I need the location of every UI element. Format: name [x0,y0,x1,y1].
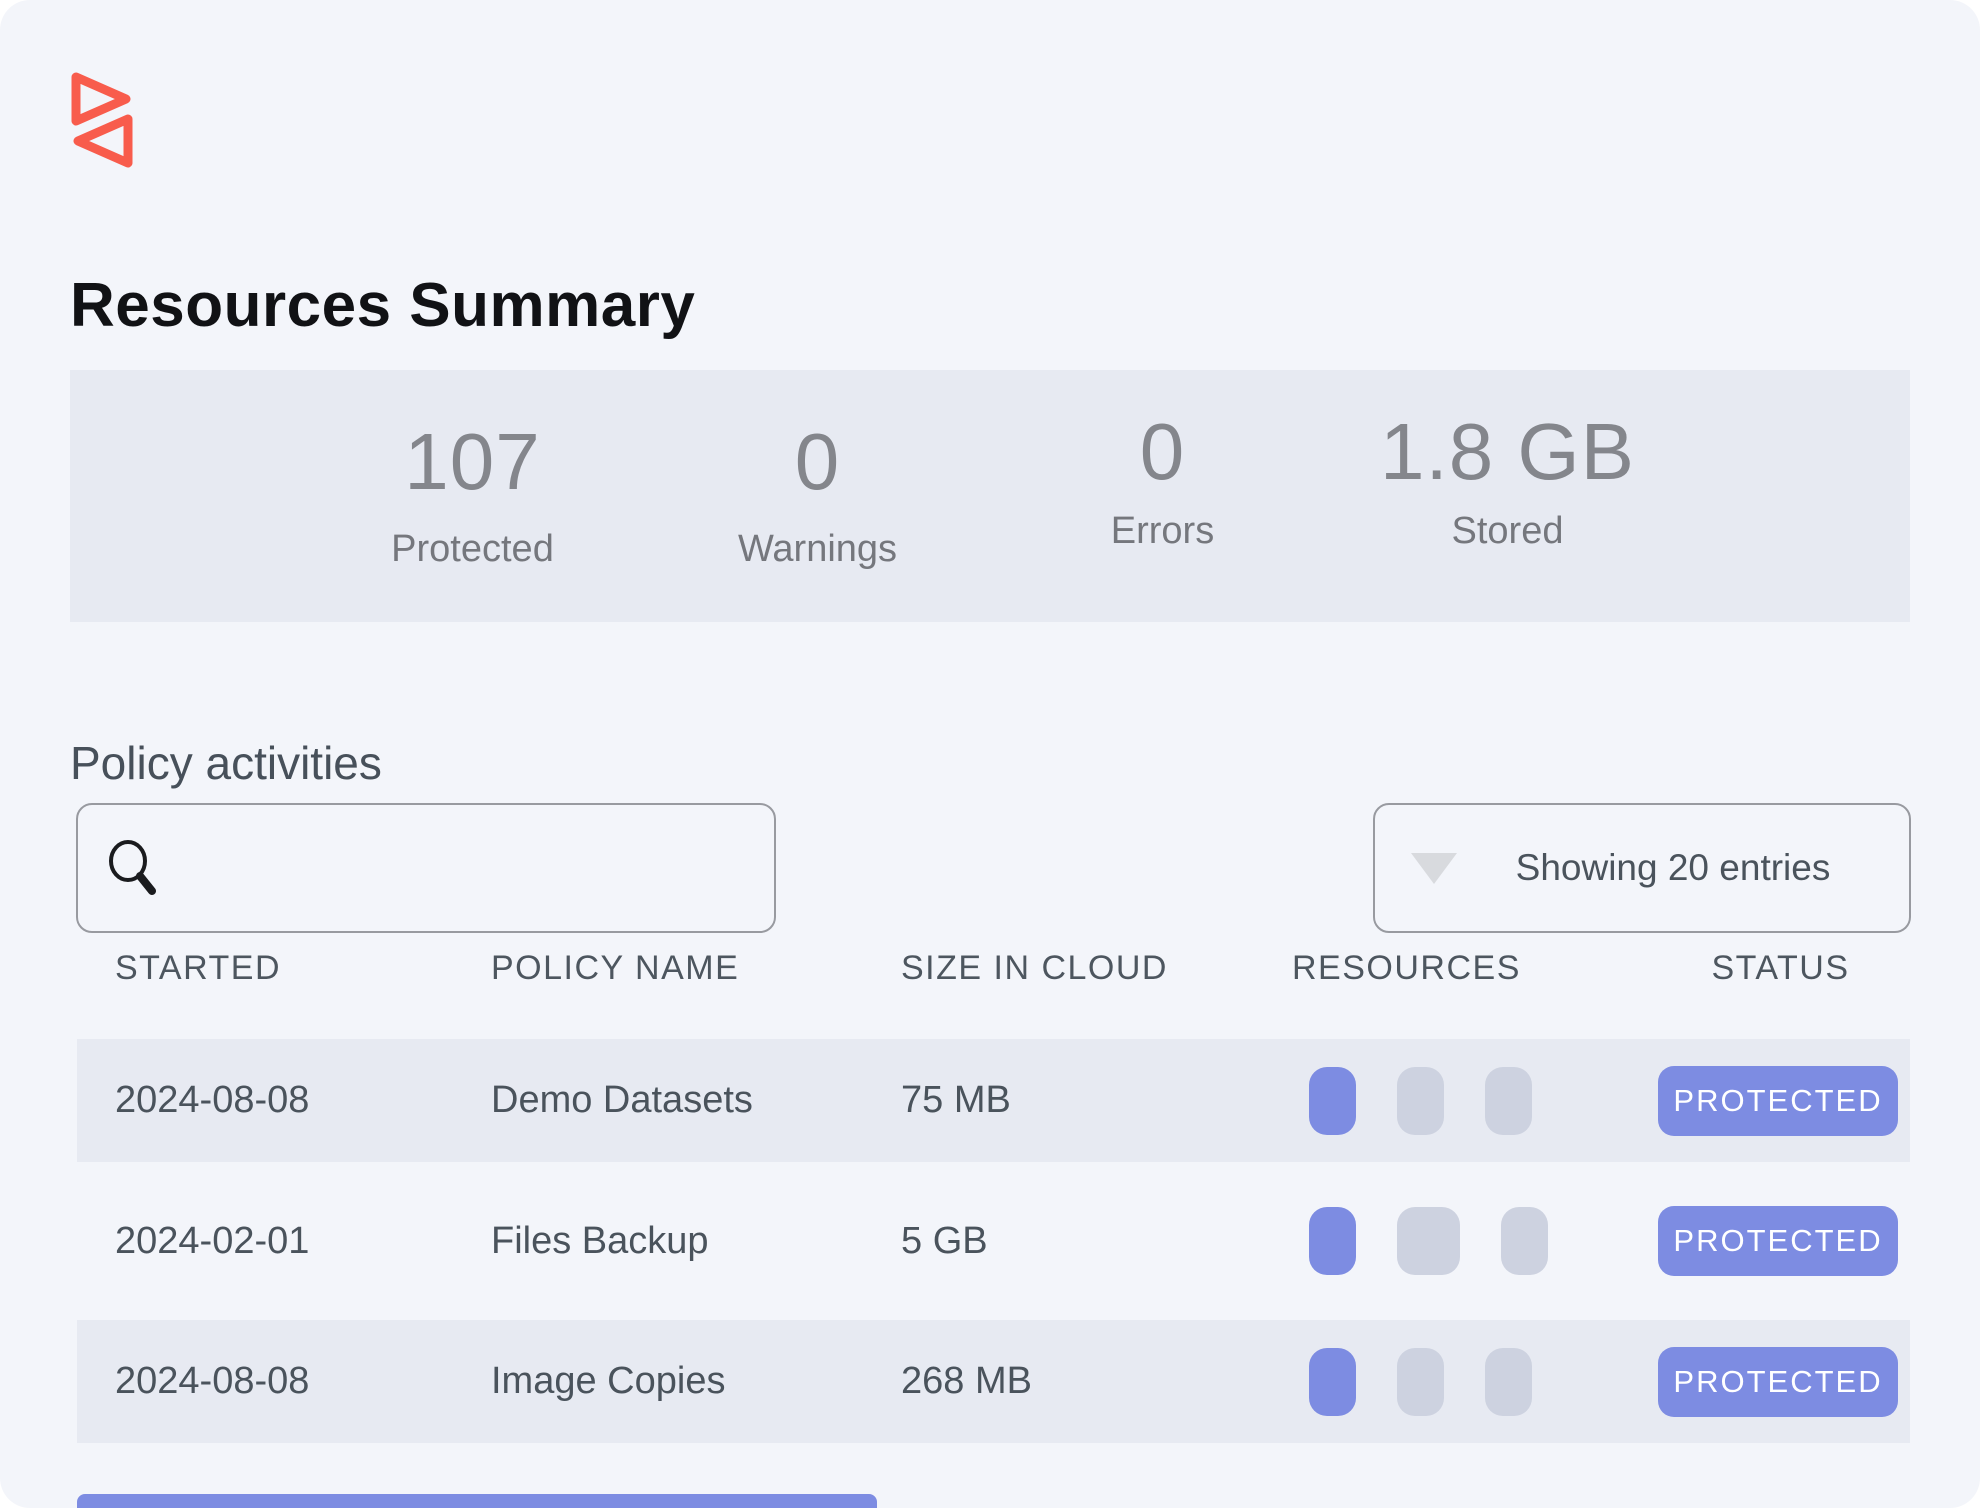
row-policy-name: Files Backup [491,1220,901,1263]
resource-indicator-inactive [1397,1207,1460,1275]
status-badge: PROTECTED [1658,1347,1898,1417]
stat-warnings-label: Warnings [645,528,990,571]
resource-indicator-active [1309,1348,1356,1416]
resource-indicators [1292,1067,1651,1135]
resource-indicator-active [1309,1207,1356,1275]
column-header-status: STATUS [1651,949,1910,988]
resource-indicator-inactive [1397,1348,1444,1416]
stat-protected-value: 107 [300,422,645,502]
column-header-started: STARTED [115,949,491,988]
stat-protected: 107 Protected [300,370,645,622]
table-header-row: STARTED POLICY NAME SIZE IN CLOUD RESOUR… [77,930,1910,1006]
table-row[interactable]: 2024-02-01 Files Backup 5 GB PROTECTED [77,1162,1910,1320]
resource-indicator-inactive [1501,1207,1548,1275]
resource-indicator-active [1309,1067,1356,1135]
row-policy-name: Demo Datasets [491,1079,901,1122]
row-size: 5 GB [901,1220,1292,1263]
resources-summary-panel: 107 Protected 0 Warnings 0 Errors 1.8 GB… [70,370,1910,622]
status-cell: PROTECTED [1651,1347,1910,1417]
status-cell: PROTECTED [1651,1066,1910,1136]
entries-dropdown[interactable]: Showing 20 entries [1373,803,1911,933]
stat-errors: 0 Errors [990,370,1335,622]
search-icon [102,833,168,903]
chevron-down-icon [1411,853,1457,884]
status-badge: PROTECTED [1658,1066,1898,1136]
column-header-policy-name: POLICY NAME [491,949,901,988]
resource-indicators [1292,1348,1651,1416]
search-box[interactable] [76,803,776,933]
policy-activities-table: STARTED POLICY NAME SIZE IN CLOUD RESOUR… [77,930,1910,1443]
row-policy-name: Image Copies [491,1360,901,1403]
stat-stored: 1.8 GB Stored [1335,370,1680,622]
status-badge: PROTECTED [1658,1206,1898,1276]
stat-warnings-value: 0 [645,422,990,502]
entries-dropdown-label: Showing 20 entries [1457,847,1889,889]
app-card: Resources Summary 107 Protected 0 Warnin… [0,0,1980,1508]
resource-indicator-inactive [1485,1348,1532,1416]
stat-errors-value: 0 [990,412,1335,492]
row-started: 2024-08-08 [115,1079,491,1122]
stat-warnings: 0 Warnings [645,370,990,622]
row-started: 2024-08-08 [115,1360,491,1403]
row-size: 75 MB [901,1079,1292,1122]
section-title: Policy activities [70,736,382,790]
screenshot-root: Resources Summary 107 Protected 0 Warnin… [0,0,1980,1508]
stat-stored-value: 1.8 GB [1335,412,1680,492]
search-input[interactable] [168,804,774,932]
bmc-logo-icon [70,70,134,170]
column-header-resources: RESOURCES [1292,949,1651,988]
stat-protected-label: Protected [300,528,645,571]
stat-stored-label: Stored [1335,510,1680,553]
resource-indicators [1292,1207,1651,1275]
page-title: Resources Summary [70,270,695,341]
bottom-partial-element [77,1494,877,1508]
row-size: 268 MB [901,1360,1292,1403]
column-header-size-in-cloud: SIZE IN CLOUD [901,949,1292,988]
table-row[interactable]: 2024-08-08 Image Copies 268 MB PROTECTED [77,1320,1910,1443]
row-started: 2024-02-01 [115,1220,491,1263]
resource-indicator-inactive [1485,1067,1532,1135]
status-cell: PROTECTED [1651,1206,1910,1276]
table-row[interactable]: 2024-08-08 Demo Datasets 75 MB PROTECTED [77,1039,1910,1162]
resource-indicator-inactive [1397,1067,1444,1135]
stat-errors-label: Errors [990,510,1335,553]
